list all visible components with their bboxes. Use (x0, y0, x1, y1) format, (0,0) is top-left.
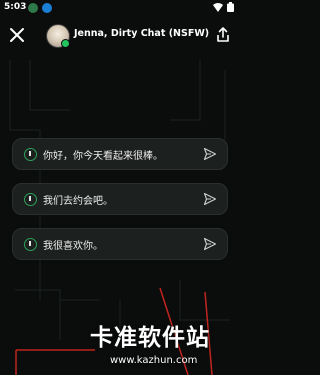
chat-title: Jenna, Dirty Chat (NSFW) (74, 28, 210, 39)
send-icon[interactable] (203, 192, 217, 206)
online-status-dot (61, 39, 70, 48)
suggestion-chip[interactable]: 你好，你今天看起来很棒。 (12, 138, 228, 170)
suggestion-text: 我们去约会吧。 (43, 195, 113, 207)
status-app-icon (28, 3, 38, 13)
chat-header: Jenna, Dirty Chat (NSFW) (0, 16, 240, 54)
suggestion-text: 我很喜欢你。 (43, 240, 103, 252)
battery-icon (227, 2, 234, 12)
suggestion-icon (24, 147, 37, 161)
close-icon[interactable] (8, 26, 26, 44)
suggestion-icon (24, 192, 37, 206)
send-icon[interactable] (203, 237, 217, 251)
suggestion-chip[interactable]: 我很喜欢你。 (12, 228, 228, 260)
suggestion-text: 你好，你今天看起来很棒。 (43, 150, 163, 162)
suggestion-icon (24, 237, 37, 251)
suggestion-chip[interactable]: 我们去约会吧。 (12, 183, 228, 215)
watermark-text: 卡准软件站 (90, 325, 210, 351)
download-icon (42, 3, 52, 13)
share-icon[interactable] (214, 26, 232, 44)
wifi-icon (213, 2, 223, 12)
status-right-icons (213, 2, 234, 12)
suggestion-list: 你好，你今天看起来很棒。 我们去约会吧。 我很喜欢你。 (12, 138, 228, 273)
status-time: 5:03 (4, 2, 27, 12)
send-icon[interactable] (203, 147, 217, 161)
status-bar: 5:03 (0, 0, 240, 16)
watermark-url: www.kazhun.com (110, 355, 198, 366)
